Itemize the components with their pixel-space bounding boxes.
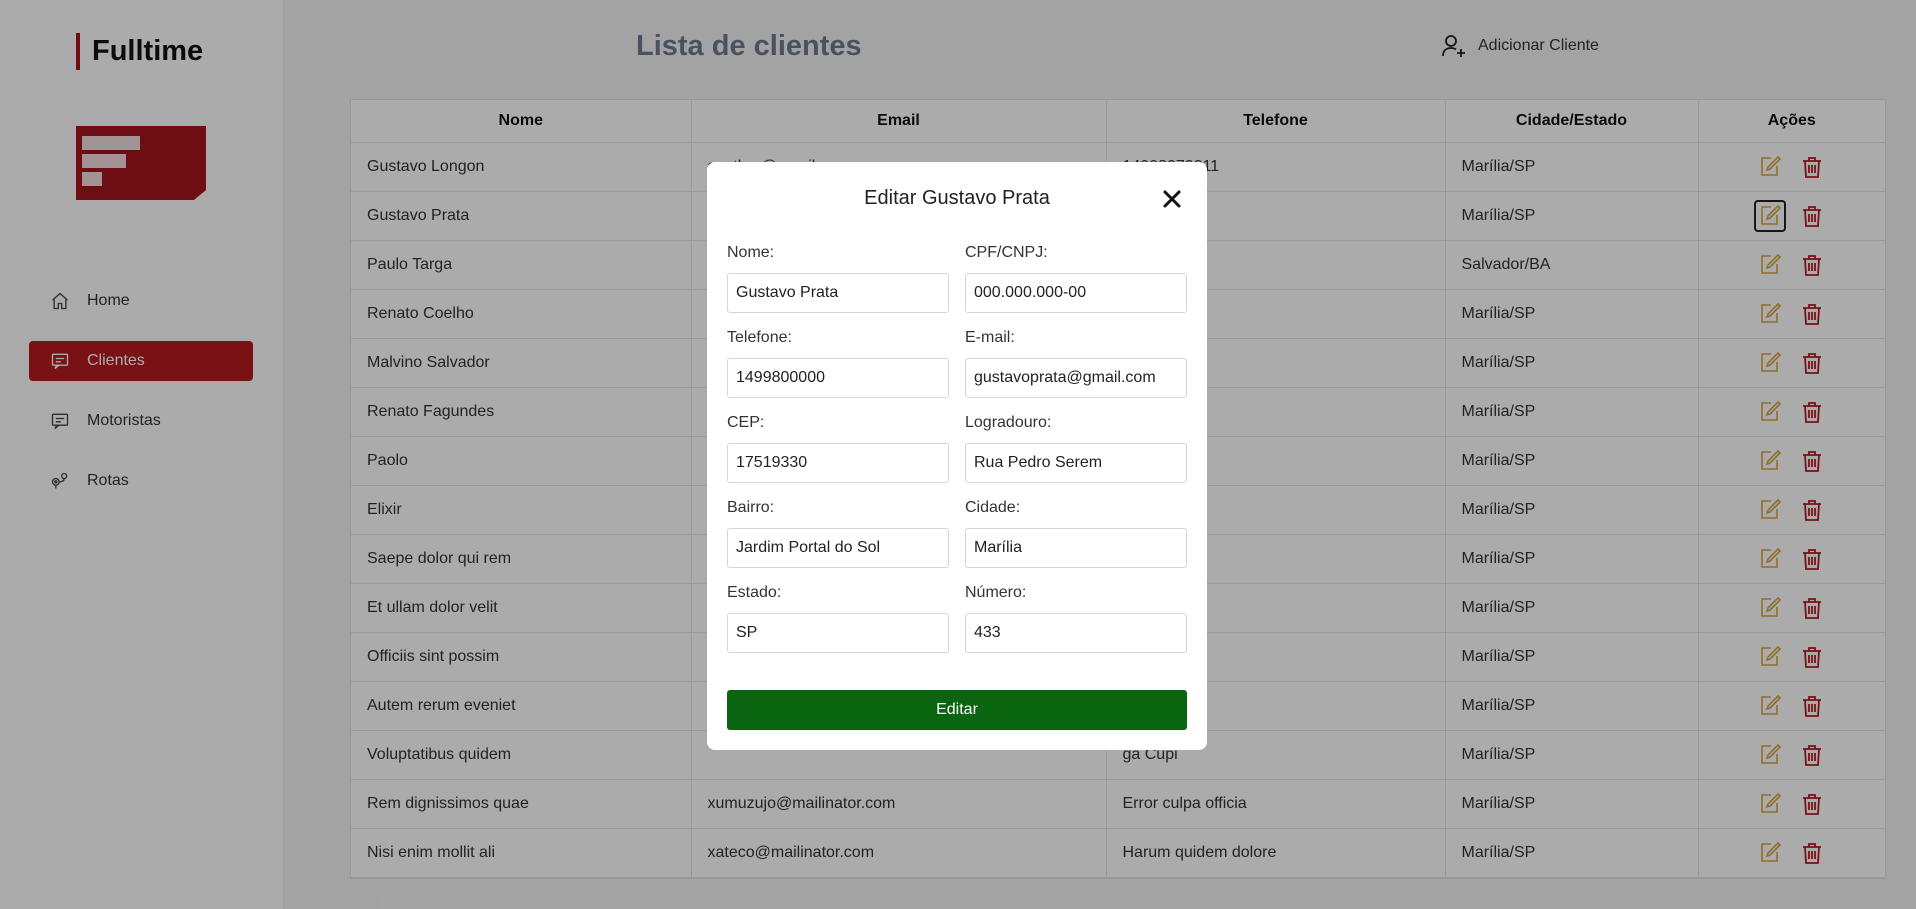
edit-client-form: Nome: CPF/CNPJ: Telefone: E-mail: CEP: <box>727 244 1187 669</box>
estado-input[interactable] <box>727 613 949 653</box>
cidade-input[interactable] <box>965 528 1187 568</box>
estado-label: Estado: <box>727 584 782 601</box>
cpf-label: CPF/CNPJ: <box>965 244 1048 261</box>
edit-submit-button[interactable]: Editar <box>727 690 1187 730</box>
bairro-label: Bairro: <box>727 499 775 516</box>
numero-label: Número: <box>965 584 1027 601</box>
edit-client-modal: Editar Gustavo Prata Nome: CPF/CNPJ: Tel… <box>707 162 1207 750</box>
modal-title: Editar Gustavo Prata <box>864 187 1050 209</box>
cep-label: CEP: <box>727 414 765 431</box>
numero-input[interactable] <box>965 613 1187 653</box>
bairro-input[interactable] <box>727 528 949 568</box>
telefone-label: Telefone: <box>727 329 792 346</box>
nome-input[interactable] <box>727 273 949 313</box>
close-icon <box>1163 190 1181 208</box>
telefone-input[interactable] <box>727 358 949 398</box>
logradouro-input[interactable] <box>965 443 1187 483</box>
cpf-input[interactable] <box>965 273 1187 313</box>
cep-input[interactable] <box>727 443 949 483</box>
nome-label: Nome: <box>727 244 775 261</box>
cidade-label: Cidade: <box>965 499 1021 516</box>
close-button[interactable] <box>1159 186 1185 212</box>
email-label: E-mail: <box>965 329 1015 346</box>
logradouro-label: Logradouro: <box>965 414 1052 431</box>
email-input[interactable] <box>965 358 1187 398</box>
